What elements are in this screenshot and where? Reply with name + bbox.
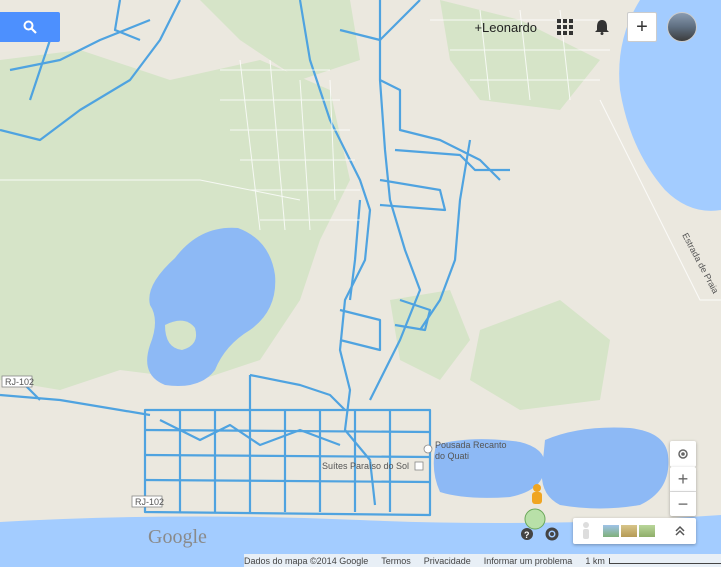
svg-text:Suítes Paraíso do Sol: Suítes Paraíso do Sol [322,461,409,471]
report-problem-link[interactable]: Informar um problema [484,556,573,566]
terms-link[interactable]: Termos [381,556,411,566]
street-view-circle [524,508,546,530]
pegman-outline-icon[interactable] [577,521,595,541]
place-suites-paraiso[interactable]: Suítes Paraíso do Sol [322,461,424,471]
svg-text:Pousada Recanto: Pousada Recanto [435,440,507,450]
top-bar: +Leonardo + [474,12,697,42]
bell-icon[interactable] [595,19,609,35]
crosshair-icon [678,449,688,459]
double-chevron-up-icon[interactable] [674,525,686,537]
privacy-link[interactable]: Privacidade [424,556,471,566]
svg-text:do Quati: do Quati [435,451,469,461]
zoom-in-button[interactable]: + [670,467,696,492]
share-plus-button[interactable]: + [627,12,657,42]
google-logo: Google [148,526,207,548]
help-icon[interactable]: ? [521,528,533,540]
layer-satellite-thumb[interactable] [603,525,619,537]
map-footer: Dados do mapa ©2014 Google Termos Privac… [244,554,721,567]
road-shield-rj102-west: RJ-102 [1,375,34,388]
user-profile-link[interactable]: +Leonardo [474,20,537,35]
avatar[interactable] [667,12,697,42]
layers-panel [573,518,696,544]
svg-text:?: ? [524,530,530,540]
map-canvas[interactable]: RJ-102 RJ-102 Estrada de Praia Pousada R… [0,0,721,567]
search-button[interactable] [0,12,60,42]
locate-button[interactable] [670,441,696,467]
layer-terrain-thumb[interactable] [621,525,637,537]
search-icon [23,20,37,34]
zoom-out-button[interactable]: − [670,492,696,516]
map-data-attribution: Dados do mapa ©2014 Google [244,555,369,566]
svg-text:RJ-102: RJ-102 [135,497,164,507]
svg-text:RJ-102: RJ-102 [5,377,34,387]
gear-icon[interactable] [545,527,559,541]
layer-earth-thumb[interactable] [639,525,655,537]
scale-indicator[interactable]: 1 km [585,556,721,566]
pegman-icon[interactable] [532,484,542,504]
apps-grid-icon[interactable] [557,19,573,35]
road-shield-rj102-south: RJ-102 [131,495,164,508]
